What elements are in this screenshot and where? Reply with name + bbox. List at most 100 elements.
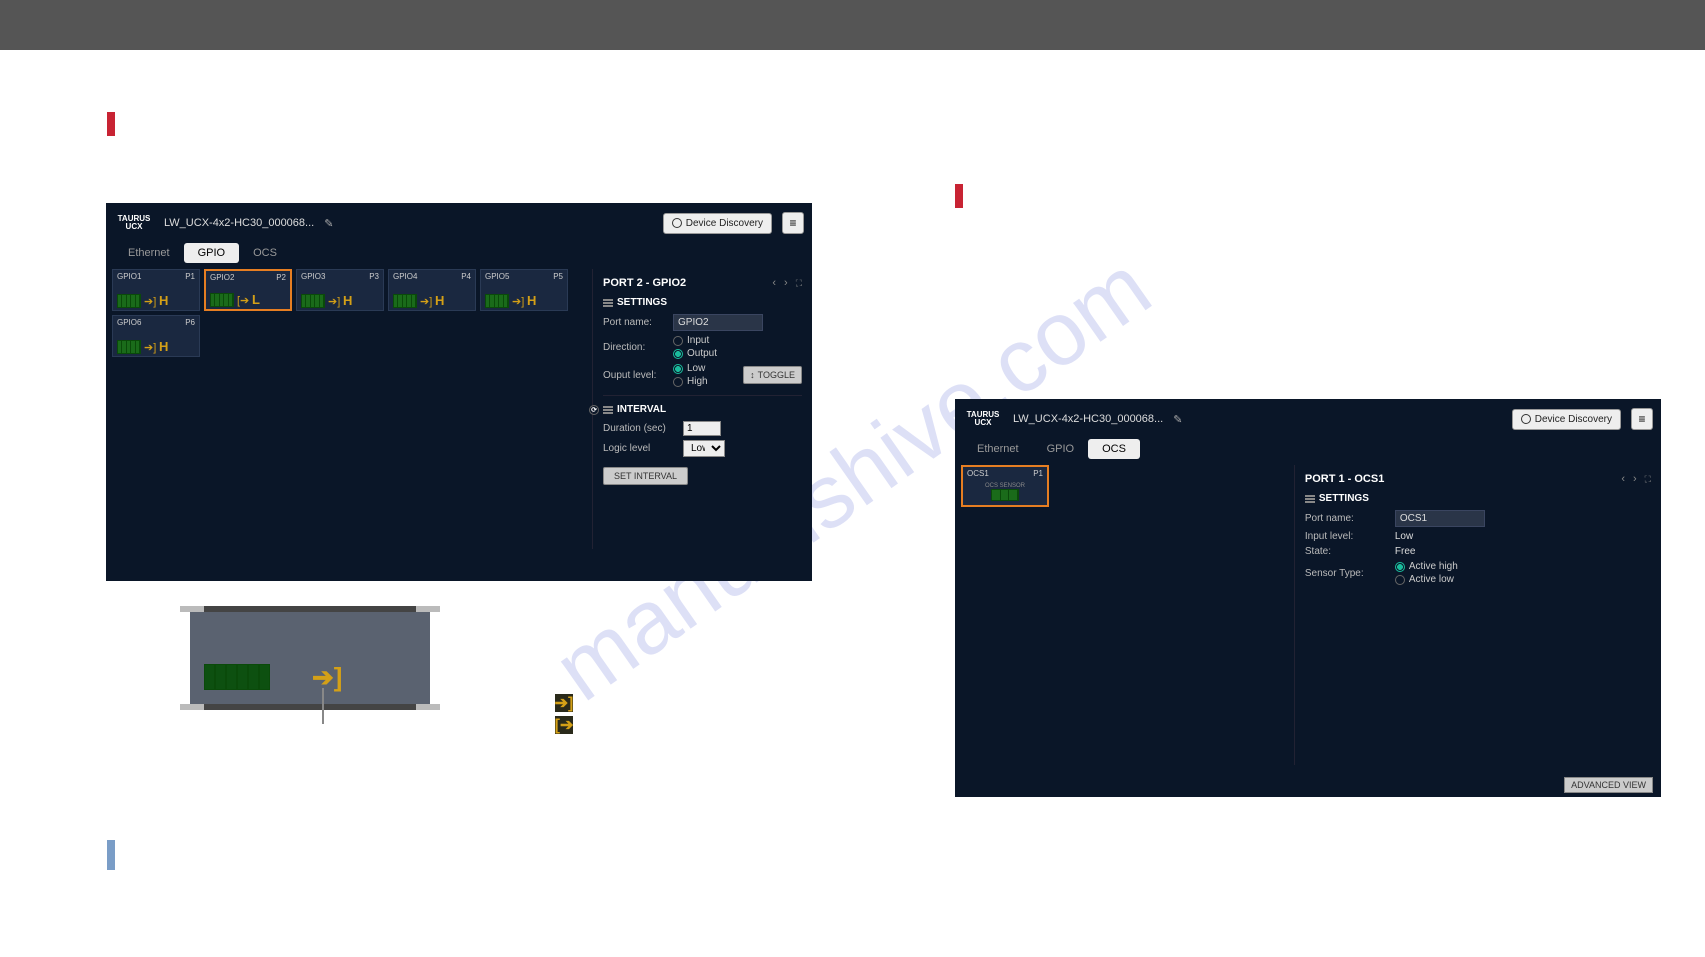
ocs-window: TAURUS UCX LW_UCX-4x2-HC30_000068... ✎ D… [955, 399, 1661, 797]
menu-button[interactable]: ≡ [782, 212, 804, 234]
port-cards-area: GPIO1P1➔]HGPIO2P2[➔LGPIO3P3➔]HGPIO4P4➔]H… [106, 269, 592, 549]
red-marker-1 [107, 112, 115, 136]
card-name: GPIO2 [210, 273, 234, 282]
logic-label: Logic level [603, 443, 683, 454]
direction-legend: ➔] [➔ [555, 690, 573, 738]
level-letter: H [159, 339, 168, 354]
page-top-bar [0, 0, 1705, 50]
sensor-label: Sensor Type: [1305, 568, 1395, 579]
connector-icon [117, 294, 141, 308]
interval-heading: ⟳ INTERVAL [603, 404, 802, 415]
prev-port-icon[interactable]: ‹ [772, 277, 776, 289]
expand-icon[interactable]: ⛶ [796, 278, 802, 289]
level-letter: L [252, 292, 260, 307]
connector-icon [204, 664, 270, 690]
set-interval-button[interactable]: SET INTERVAL [603, 467, 688, 485]
duration-label: Duration (sec) [603, 423, 683, 434]
cursor-icon [322, 688, 324, 724]
next-port-icon[interactable]: › [1633, 473, 1637, 485]
connector-icon [210, 293, 234, 307]
radio-output[interactable] [673, 349, 683, 359]
portname-input[interactable] [673, 314, 763, 331]
next-port-icon[interactable]: › [784, 277, 788, 289]
card-pnum: P3 [369, 272, 379, 281]
taurus-logo: TAURUS UCX [114, 208, 154, 238]
inputlevel-value: Low [1395, 531, 1413, 542]
device-discovery-button[interactable]: Device Discovery [1512, 409, 1621, 430]
tab-ethernet[interactable]: Ethernet [114, 243, 184, 263]
card-name: GPIO1 [117, 272, 141, 281]
connector-icon [393, 294, 417, 308]
level-letter: H [435, 293, 444, 308]
level-letter: H [159, 293, 168, 308]
card-pnum: P1 [185, 272, 195, 281]
direction-icon: ➔] [328, 295, 340, 307]
menu-button[interactable]: ≡ [1631, 408, 1653, 430]
settings-heading: SETTINGS [1305, 493, 1651, 504]
connector-icon [485, 294, 509, 308]
state-value: Free [1395, 546, 1416, 557]
card-pnum: P4 [461, 272, 471, 281]
portname-label: Port name: [603, 317, 673, 328]
tab-ethernet[interactable]: Ethernet [963, 439, 1033, 459]
device-discovery-button[interactable]: Device Discovery [663, 213, 772, 234]
card-pnum: P6 [185, 318, 195, 327]
radio-low[interactable] [673, 364, 683, 374]
logic-select[interactable]: Low [683, 440, 725, 457]
card-name: GPIO6 [117, 318, 141, 327]
radio-active-low[interactable] [1395, 575, 1405, 585]
gpio-window: TAURUS UCX LW_UCX-4x2-HC30_000068... ✎ D… [106, 203, 812, 581]
red-marker-2 [955, 184, 963, 208]
device-name: LW_UCX-4x2-HC30_000068... [1013, 413, 1163, 425]
tab-gpio[interactable]: GPIO [1033, 439, 1089, 459]
radio-input[interactable] [673, 336, 683, 346]
port-card-ocs1[interactable]: OCS1 P1 OCS SENSOR [961, 465, 1049, 507]
toggle-button[interactable]: ↕ TOGGLE [743, 366, 802, 384]
taurus-logo: TAURUS UCX [963, 404, 1003, 434]
portname-label: Port name: [1305, 513, 1395, 524]
port-card-gpio1[interactable]: GPIO1 P1 ➔]H [112, 269, 200, 311]
port-card-gpio3[interactable]: GPIO3 P3 ➔]H [296, 269, 384, 311]
portname-input[interactable] [1395, 510, 1485, 527]
details-panel: PORT 2 - GPIO2 ‹ › ⛶ SETTINGS Port name:… [592, 269, 812, 549]
settings-heading: SETTINGS [603, 297, 802, 308]
window-header: TAURUS UCX LW_UCX-4x2-HC30_000068... ✎ D… [106, 203, 812, 243]
direction-icon: [➔ [237, 294, 249, 306]
level-letter: H [343, 293, 352, 308]
port-card-gpio6[interactable]: GPIO6P6➔]H [112, 315, 200, 357]
port-card-gpio4[interactable]: GPIO4P4➔]H [388, 269, 476, 311]
compass-icon [672, 218, 682, 228]
compass-icon [1521, 414, 1531, 424]
inputlevel-label: Input level: [1305, 531, 1395, 542]
device-name: LW_UCX-4x2-HC30_000068... [164, 217, 314, 229]
tab-gpio[interactable]: GPIO [184, 243, 240, 263]
edit-icon[interactable]: ✎ [1173, 413, 1182, 426]
radio-active-high[interactable] [1395, 562, 1405, 572]
direction-icon: ➔] [512, 295, 524, 307]
connector-icon [301, 294, 325, 308]
card-name: GPIO4 [393, 272, 417, 281]
tab-ocs[interactable]: OCS [239, 243, 291, 263]
advanced-view-button[interactable]: ADVANCED VIEW [1564, 777, 1653, 793]
duration-input[interactable] [683, 421, 721, 436]
prev-port-icon[interactable]: ‹ [1621, 473, 1625, 485]
legend-output-icon: [➔ [555, 716, 573, 734]
direction-icon: ➔] [144, 295, 156, 307]
edit-icon[interactable]: ✎ [324, 217, 333, 230]
card-name: GPIO3 [301, 272, 325, 281]
direction-in-icon: ➔] [312, 662, 342, 693]
card-pnum: P5 [553, 272, 563, 281]
port-card-gpio5[interactable]: GPIO5P5➔]H [480, 269, 568, 311]
tab-ocs[interactable]: OCS [1088, 439, 1140, 459]
zoom-port-card: ➔] [190, 606, 430, 710]
state-label: State: [1305, 546, 1395, 557]
expand-icon[interactable]: ⛶ [1645, 474, 1651, 485]
port-card-gpio2[interactable]: GPIO2P2[➔L [204, 269, 292, 311]
details-panel-ocs: PORT 1 - OCS1 ‹ › ⛶ SETTINGS Port name: … [1294, 465, 1661, 765]
connector-icon [991, 489, 1019, 501]
panel-title: PORT 1 - OCS1 [1305, 473, 1384, 485]
radio-high[interactable] [673, 377, 683, 387]
tab-row: Ethernet GPIO OCS [106, 243, 812, 269]
clock-icon: ⟳ [589, 405, 599, 415]
connector-icon [117, 340, 141, 354]
